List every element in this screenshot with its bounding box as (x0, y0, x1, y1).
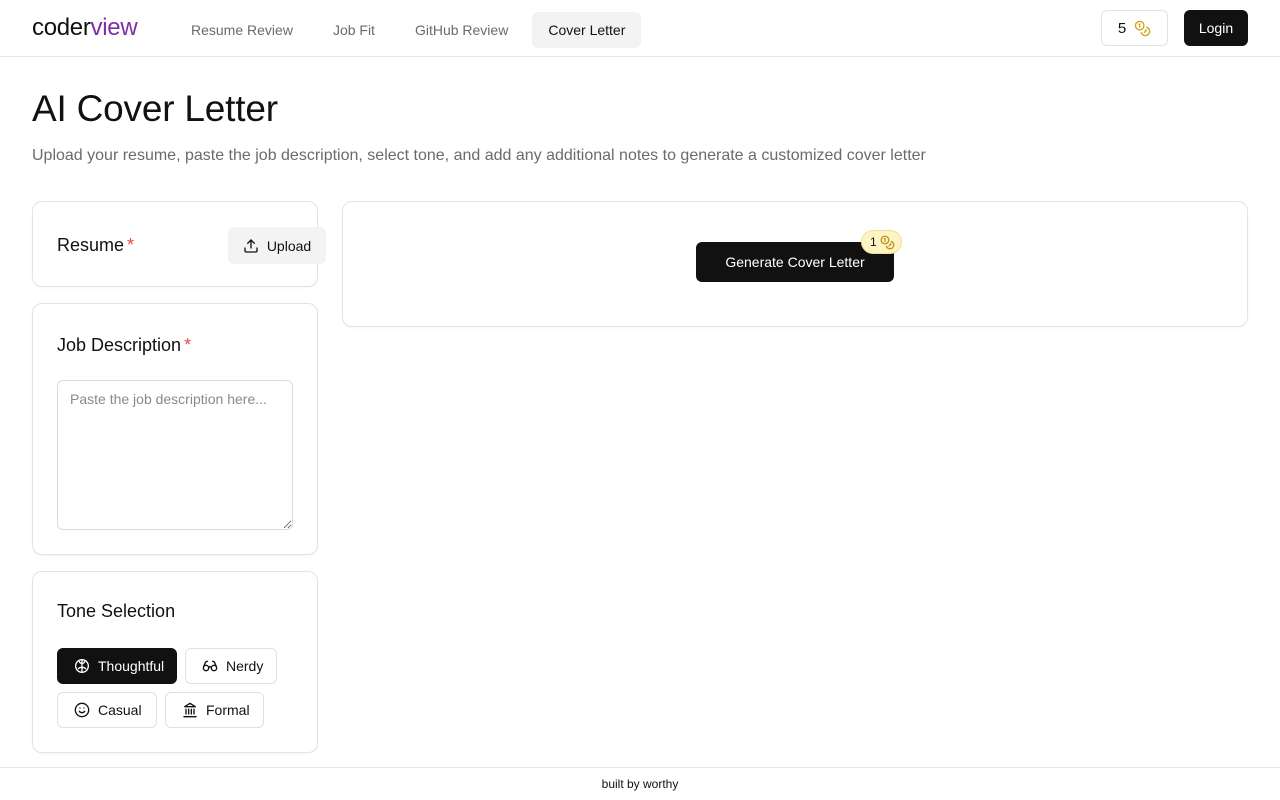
resume-label: Resume * (57, 235, 134, 256)
page-title: AI Cover Letter (32, 88, 278, 129)
nav-cover-letter[interactable]: Cover Letter (532, 12, 642, 48)
tone-nerdy-button[interactable]: Nerdy (185, 648, 277, 684)
tone-formal-button[interactable]: Formal (165, 692, 264, 728)
landmark-icon (182, 702, 198, 718)
tone-thoughtful-label: Thoughtful (98, 658, 165, 674)
coins-icon (1134, 20, 1151, 37)
logo-accent: view (90, 14, 138, 41)
job-description-label: Job Description * (57, 335, 191, 356)
nav-job-fit[interactable]: Job Fit (317, 12, 391, 48)
footer-credit: built by worthy (601, 777, 679, 791)
tone-casual-button[interactable]: Casual (57, 692, 157, 728)
upload-resume-button[interactable]: Upload (228, 227, 326, 264)
job-description-input[interactable] (57, 380, 293, 530)
tone-selection-label: Tone Selection (57, 601, 176, 621)
upload-label: Upload (266, 237, 312, 254)
upload-icon (243, 238, 259, 254)
tone-selection-card: Tone Selection Thoughtful Nerdy Casual F… (32, 571, 318, 753)
cover-letter-output-card: Generate Cover Letter 1 (342, 201, 1248, 327)
coins-icon (880, 235, 895, 250)
required-mark: * (184, 335, 192, 355)
brain-icon (74, 658, 90, 674)
job-description-label-text: Job Description (57, 335, 182, 355)
job-description-card: Job Description * (32, 303, 318, 555)
login-button[interactable]: Login (1184, 10, 1248, 46)
page-subtitle: Upload your resume, paste the job descri… (32, 147, 926, 164)
footer: built by worthy (0, 767, 1280, 800)
logo-prefix: coder (32, 14, 91, 41)
smile-icon (74, 702, 90, 718)
credits-balance[interactable]: 5 (1101, 10, 1168, 46)
tone-thoughtful-button[interactable]: Thoughtful (57, 648, 177, 684)
tone-formal-label: Formal (206, 702, 250, 718)
credit-cost-value: 1 (870, 235, 877, 249)
nav-resume-review[interactable]: Resume Review (175, 12, 309, 48)
nav-github-review[interactable]: GitHub Review (399, 12, 524, 48)
required-mark: * (127, 235, 135, 255)
logo[interactable]: coderview (32, 14, 138, 42)
main-nav: Resume Review Job Fit GitHub Review Cove… (175, 12, 642, 48)
top-navbar: coderview Resume Review Job Fit GitHub R… (0, 0, 1280, 57)
tone-nerdy-label: Nerdy (226, 658, 264, 674)
resume-label-text: Resume (57, 235, 125, 255)
tone-casual-label: Casual (98, 702, 142, 718)
resume-card: Resume * Upload (32, 201, 326, 287)
glasses-icon (202, 658, 218, 674)
credit-cost-badge: 1 (861, 230, 902, 254)
credits-count: 5 (1117, 19, 1127, 37)
